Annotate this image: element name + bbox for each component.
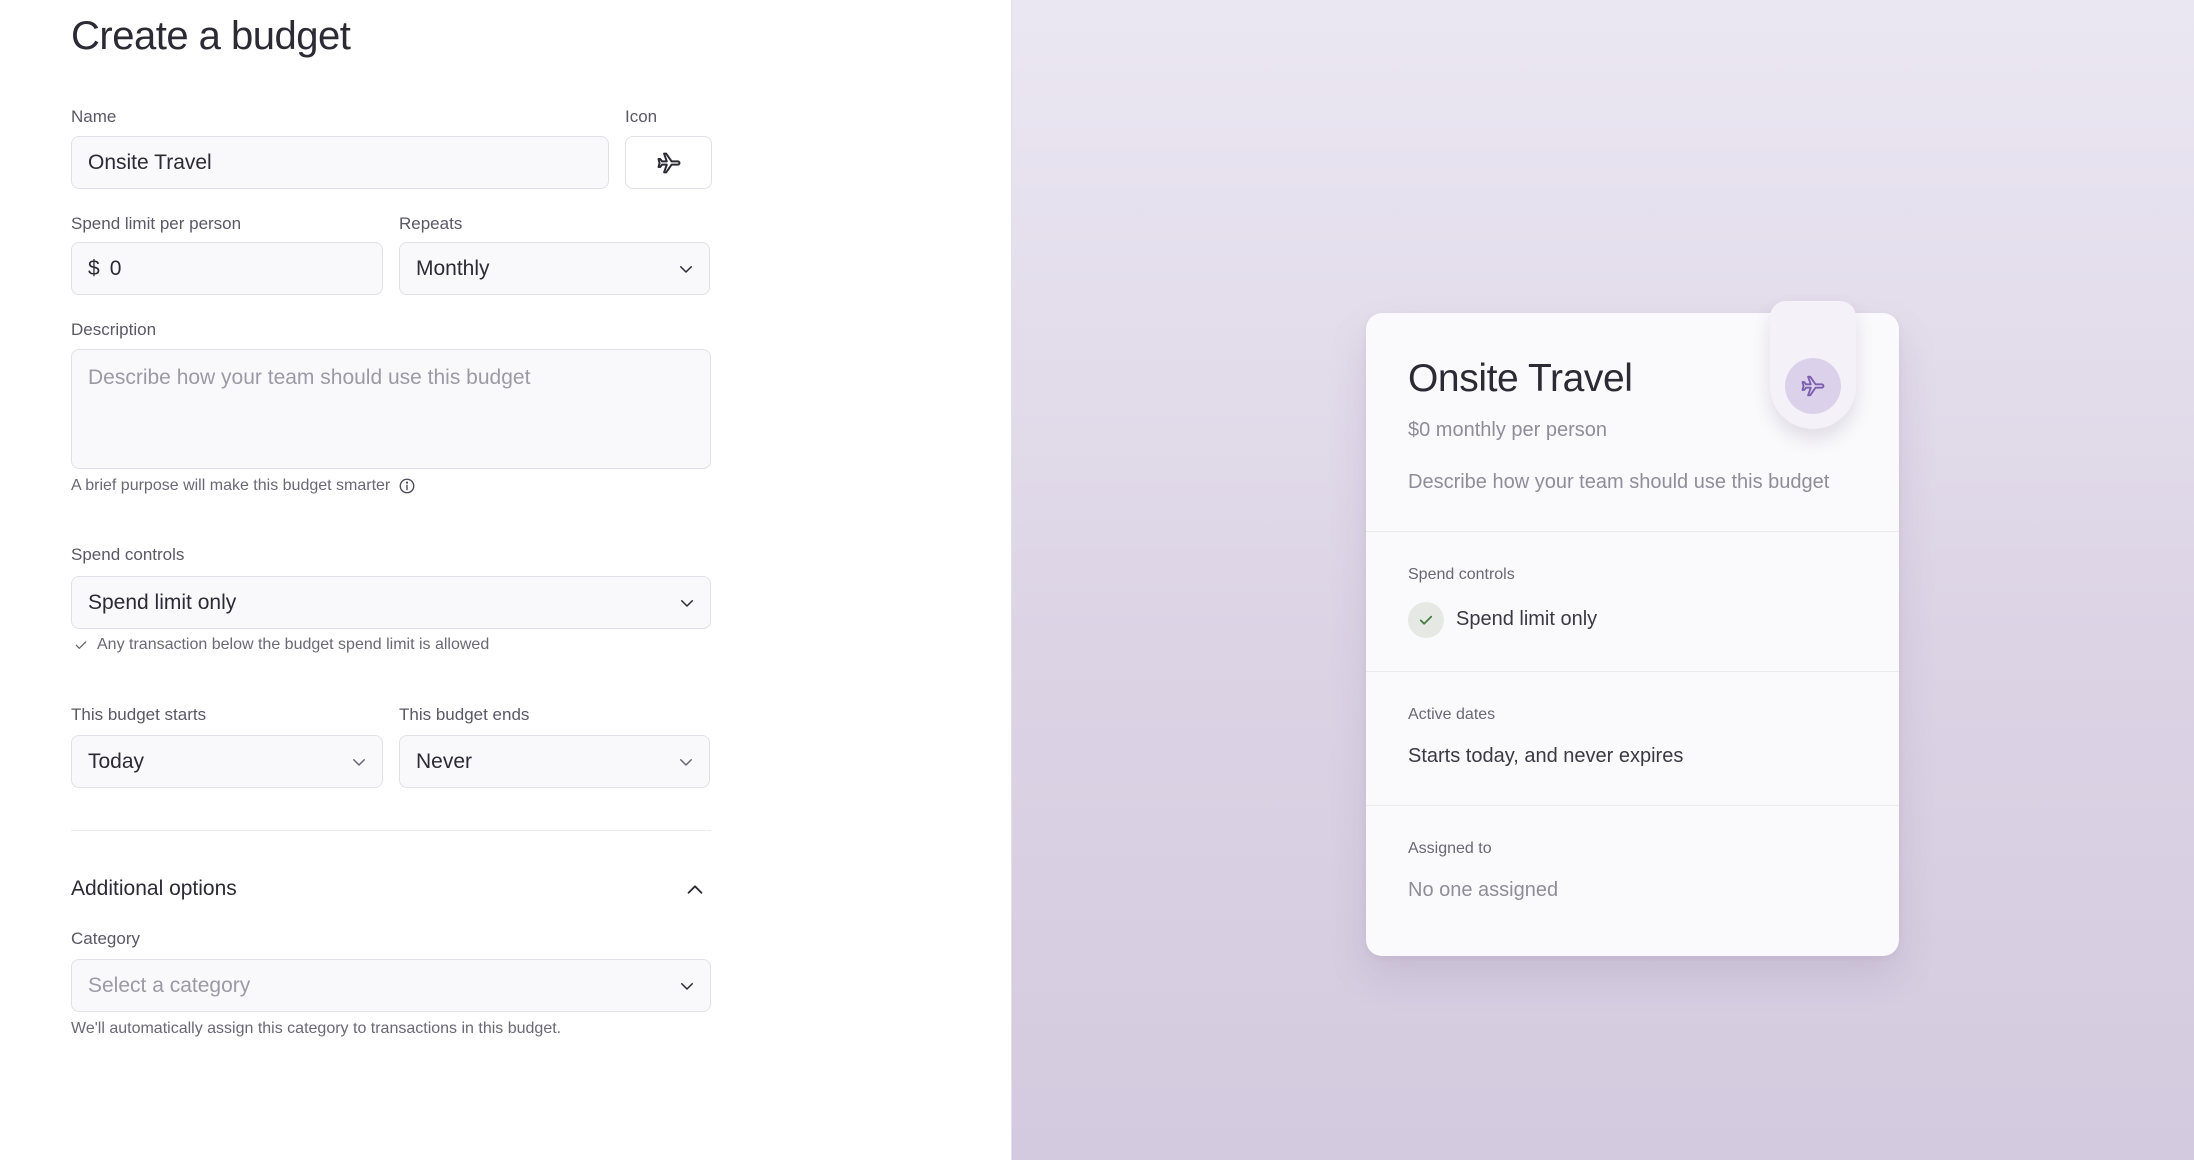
- preview-check-badge: [1408, 602, 1444, 638]
- airplane-icon: [657, 152, 680, 173]
- info-icon[interactable]: [398, 477, 416, 495]
- chevron-down-icon: [353, 758, 365, 766]
- description-hint: A brief purpose will make this budget sm…: [71, 477, 416, 495]
- name-input-value: Onsite Travel: [88, 150, 212, 174]
- spend-controls-select[interactable]: Spend limit only: [71, 576, 711, 629]
- preview-icon-circle: [1785, 358, 1841, 414]
- check-icon: [75, 641, 87, 649]
- spend-limit-input[interactable]: $ 0: [71, 242, 383, 295]
- name-label: Name: [71, 107, 117, 126]
- category-label: Category: [71, 929, 140, 948]
- budget-starts-value: Today: [88, 749, 145, 773]
- budget-ends-label: This budget ends: [399, 705, 530, 724]
- chevron-up-icon[interactable]: [684, 879, 706, 901]
- chevron-down-icon: [680, 758, 692, 766]
- description-placeholder: Describe how your team should use this b…: [88, 366, 531, 389]
- spend-controls-hint-text: Any transaction below the budget spend l…: [97, 636, 490, 653]
- check-icon: [1419, 615, 1433, 625]
- spend-controls-value: Spend limit only: [88, 590, 237, 614]
- category-hint: We'll automatically assign this category…: [71, 1020, 561, 1038]
- repeats-select[interactable]: Monthly: [399, 242, 710, 295]
- chevron-down-icon: [681, 982, 693, 990]
- budget-ends-select[interactable]: Never: [399, 735, 710, 788]
- preview-active-dates-label: Active dates: [1408, 706, 1496, 723]
- preview-icon-tab: [1770, 301, 1856, 429]
- preview-title: Onsite Travel: [1408, 357, 1633, 400]
- description-label: Description: [71, 320, 157, 339]
- preview-assigned-to-value: No one assigned: [1408, 879, 1559, 901]
- currency-symbol: $: [88, 256, 100, 280]
- category-placeholder: Select a category: [88, 973, 251, 997]
- additional-options-heading[interactable]: Additional options: [71, 877, 237, 901]
- preview-divider: [1366, 805, 1899, 806]
- chevron-down-icon: [681, 599, 693, 607]
- budget-preview-panel: Onsite Travel $0 monthly per person Desc…: [1011, 0, 2194, 1160]
- icon-label: Icon: [625, 107, 658, 126]
- preview-spend-controls-value: Spend limit only: [1456, 608, 1598, 630]
- name-input[interactable]: Onsite Travel: [71, 136, 609, 189]
- budget-starts-label: This budget starts: [71, 705, 207, 724]
- budget-preview-card: Onsite Travel $0 monthly per person Desc…: [1366, 301, 1899, 956]
- category-hint-text: We'll automatically assign this category…: [71, 1020, 562, 1037]
- preview-divider: [1366, 531, 1899, 532]
- page-title: Create a budget: [71, 14, 351, 58]
- preview-subtitle: $0 monthly per person: [1408, 419, 1608, 441]
- description-hint-text: A brief purpose will make this budget sm…: [71, 477, 391, 494]
- description-textarea[interactable]: Describe how your team should use this b…: [71, 349, 711, 469]
- preview-divider: [1366, 671, 1899, 672]
- preview-active-dates-value: Starts today, and never expires: [1408, 745, 1684, 767]
- preview-assigned-to-label: Assigned to: [1408, 840, 1492, 857]
- category-select[interactable]: Select a category: [71, 959, 711, 1012]
- preview-spend-controls-label: Spend controls: [1408, 566, 1515, 583]
- budget-starts-select[interactable]: Today: [71, 735, 383, 788]
- budget-form-panel: Create a budget Name Onsite Travel Icon …: [0, 0, 1011, 1160]
- spend-limit-value: 0: [109, 256, 122, 280]
- icon-picker-button[interactable]: [625, 136, 712, 189]
- repeats-label: Repeats: [399, 214, 463, 233]
- airplane-icon: [1801, 375, 1825, 397]
- spend-controls-hint: Any transaction below the budget spend l…: [73, 636, 489, 654]
- budget-ends-value: Never: [416, 749, 473, 773]
- spend-limit-label: Spend limit per person: [71, 214, 242, 233]
- preview-description: Describe how your team should use this b…: [1408, 471, 1830, 493]
- spend-controls-label: Spend controls: [71, 545, 185, 564]
- section-divider: [71, 830, 711, 831]
- chevron-down-icon: [680, 265, 692, 273]
- repeats-value: Monthly: [416, 256, 490, 280]
